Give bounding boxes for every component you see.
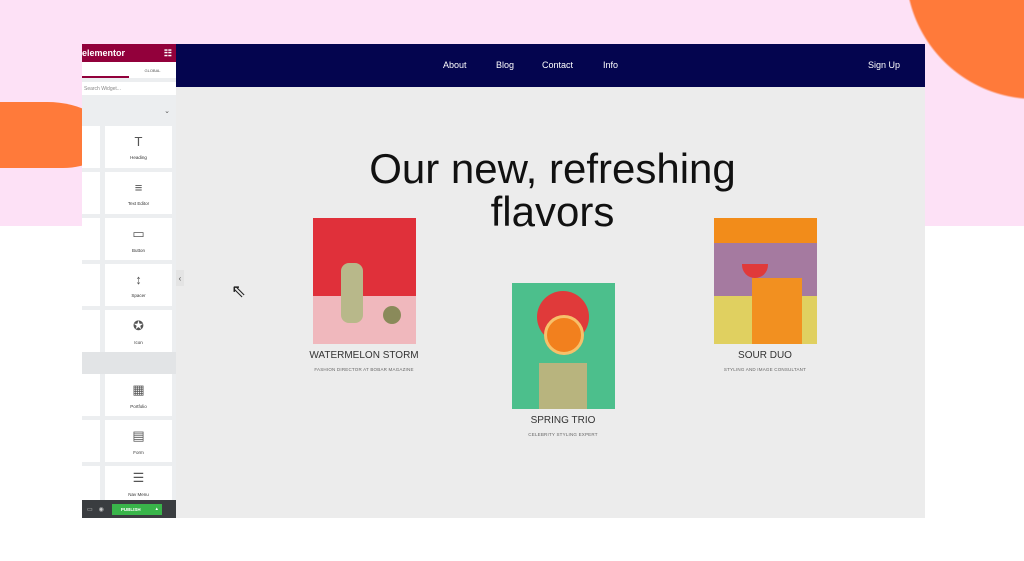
card-title: SOUR DUO — [738, 350, 792, 361]
mouse-cursor-icon: ⇖ — [231, 281, 247, 301]
nav-about[interactable]: About — [443, 60, 467, 70]
search-input[interactable]: Search Widget... — [82, 82, 176, 95]
tab-elements[interactable] — [82, 62, 129, 78]
chevron-down-icon: ⌄ — [164, 108, 170, 115]
widget-label: Button — [131, 247, 145, 253]
publish-button[interactable]: PUBLISH ▴ — [111, 503, 162, 515]
publish-label: PUBLISH — [120, 506, 141, 512]
heading-icon: T — [134, 134, 143, 149]
spacer-icon: ↕ — [135, 272, 142, 287]
watermelon-image — [312, 218, 416, 344]
signup-link[interactable]: Sign Up — [868, 60, 900, 70]
responsive-icon[interactable]: ▭ — [87, 506, 93, 513]
grid-menu-icon[interactable]: ☷ — [164, 48, 172, 59]
search-placeholder: Search Widget... — [84, 86, 121, 92]
widget-label: Icon — [134, 339, 143, 345]
sour-duo-image — [713, 218, 817, 344]
card-title: WATERMELON STORM — [309, 350, 419, 361]
nav-info[interactable]: Info — [603, 60, 618, 70]
brand-logo: elementor — [82, 48, 126, 58]
widget-left[interactable] — [82, 466, 100, 500]
widget-form[interactable]: ▤ Form — [105, 420, 172, 462]
product-card[interactable]: SPRING TRIO CELEBRITY STYLING EXPERT — [488, 283, 638, 437]
card-subtitle: CELEBRITY STYLING EXPERT — [528, 432, 598, 437]
widget-icon[interactable]: ✪ Icon — [105, 310, 172, 352]
product-card[interactable]: SOUR DUO STYLING AND IMAGE CONSULTANT — [690, 218, 840, 372]
preview-eye-icon[interactable]: ◉ — [99, 506, 104, 513]
widget-left[interactable] — [82, 310, 100, 352]
widget-label: Form — [133, 449, 144, 455]
card-subtitle: STYLING AND IMAGE CONSULTANT — [723, 367, 807, 372]
widget-spacer[interactable]: ↕ Spacer — [105, 264, 172, 306]
widget-label: Text Editor — [127, 201, 150, 206]
widget-left[interactable] — [82, 172, 100, 214]
caret-up-icon[interactable]: ▴ — [156, 506, 158, 512]
widget-left[interactable] — [82, 374, 100, 416]
nav-menu-icon: ☰ — [132, 469, 145, 485]
widget-portfolio[interactable]: ▦ Portfolio — [105, 374, 172, 416]
widget-label: Nav Menu — [128, 491, 149, 497]
category-toggle[interactable]: ⌄ — [82, 101, 176, 121]
editor-panel: elementor ☷ GLOBAL Search Widget... ⌄ T He… — [82, 44, 176, 518]
widget-left[interactable] — [82, 126, 100, 168]
text-editor-icon: ≡ — [134, 180, 143, 195]
widget-left[interactable] — [82, 420, 100, 462]
widget-text-editor[interactable]: ≡ Text Editor — [105, 172, 172, 214]
category-header[interactable] — [82, 352, 176, 374]
widget-label: Heading — [130, 155, 147, 160]
page-preview: About Blog Contact Info Sign Up ‹ Our ne… — [176, 44, 925, 518]
widget-label: Portfolio — [130, 403, 147, 409]
button-icon: ▭ — [132, 225, 145, 241]
card-title: SPRING TRIO — [530, 415, 596, 426]
site-nav: About Blog Contact Info Sign Up — [176, 44, 925, 87]
widget-label: Spacer — [131, 293, 146, 298]
tab-global[interactable]: GLOBAL — [129, 62, 176, 78]
widget-heading[interactable]: T Heading — [105, 126, 172, 168]
widget-nav-menu[interactable]: ☰ Nav Menu — [105, 466, 172, 500]
collapse-panel-button[interactable]: ‹ — [176, 270, 184, 286]
orange-image — [511, 283, 615, 409]
form-icon: ▤ — [132, 427, 145, 443]
bottom-bar: ▭ ◉ PUBLISH ▴ — [82, 500, 176, 518]
nav-blog[interactable]: Blog — [496, 60, 514, 70]
widget-left[interactable] — [82, 264, 100, 306]
widget-button[interactable]: ▭ Button — [105, 218, 172, 260]
widget-left[interactable] — [82, 218, 100, 260]
card-subtitle: FASHION DIRECTOR AT BOBAR MAGAZINE — [314, 367, 414, 372]
star-icon: ✪ — [133, 317, 144, 333]
panel-header: elementor ☷ — [82, 44, 176, 62]
portfolio-icon: ▦ — [132, 381, 145, 397]
product-card[interactable]: WATERMELON STORM FASHION DIRECTOR AT BOB… — [289, 218, 439, 372]
nav-contact[interactable]: Contact — [542, 60, 573, 70]
